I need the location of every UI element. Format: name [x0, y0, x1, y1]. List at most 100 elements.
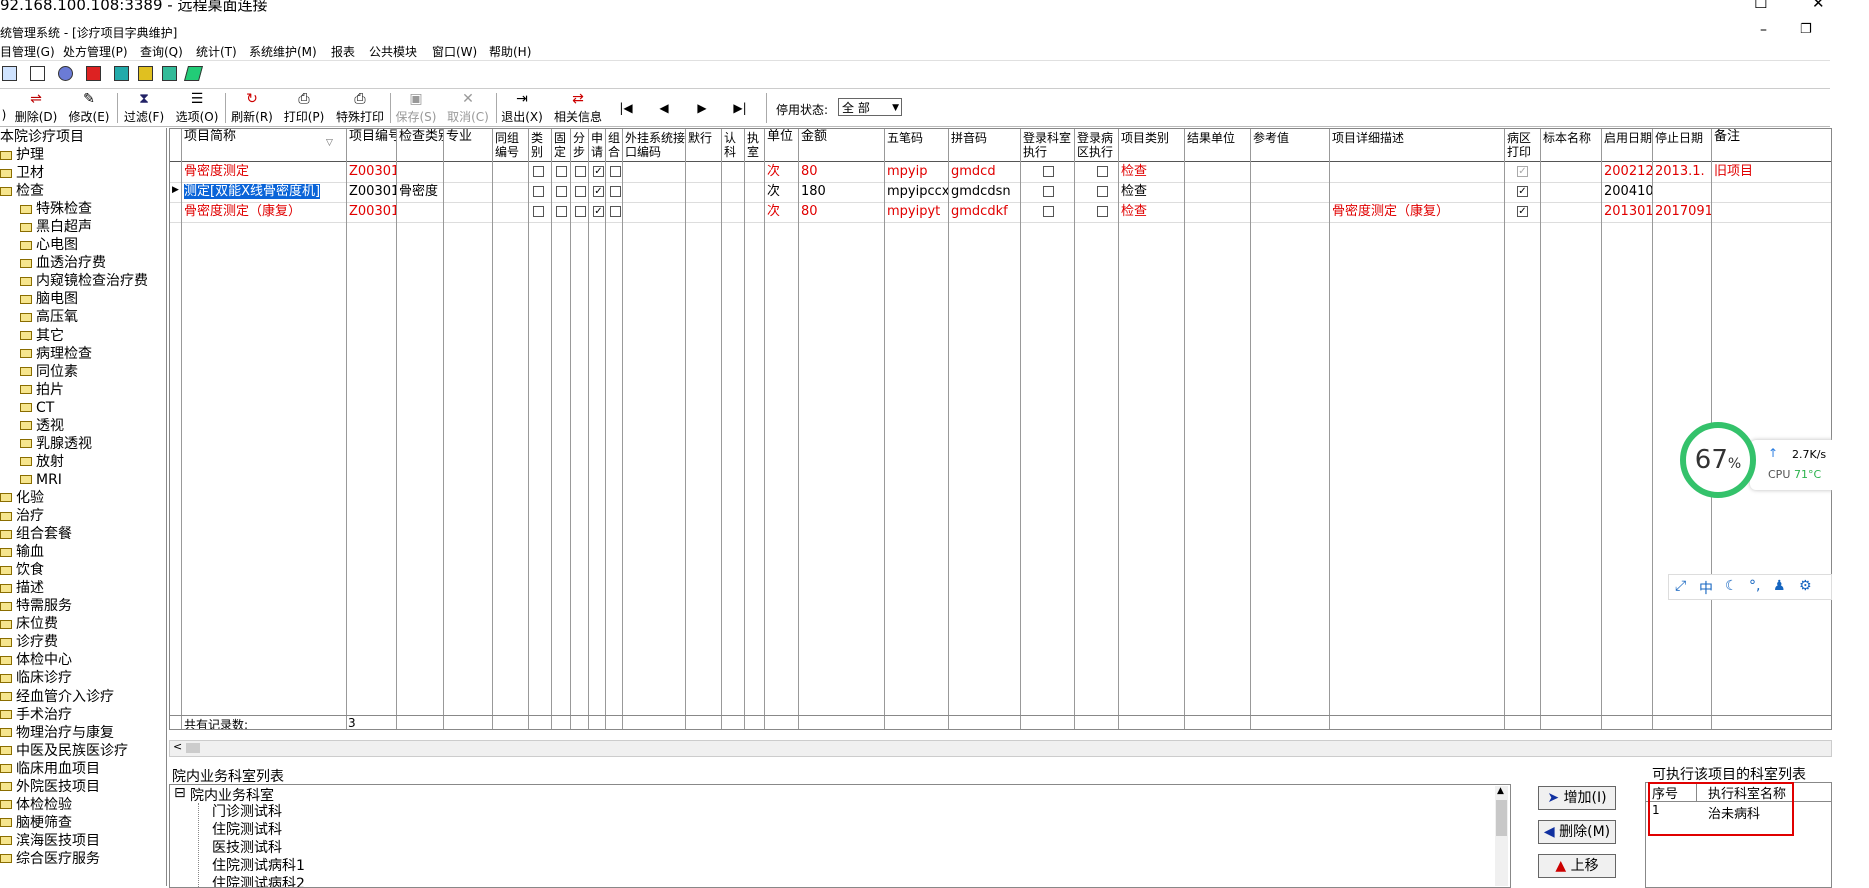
column-header[interactable]: 同组编号: [493, 129, 529, 161]
ime-mode-icon[interactable]: ⤢: [1675, 578, 1686, 594]
refresh-button[interactable]: ↻ 刷新(R): [230, 90, 274, 126]
tree-item[interactable]: 组合套餐: [0, 525, 72, 543]
add-dept-button[interactable]: ➤ 增加(I): [1538, 786, 1616, 810]
scroll-thumb[interactable]: [1496, 800, 1507, 836]
checkbox[interactable]: [1043, 166, 1054, 177]
punctuation-icon[interactable]: °,: [1749, 578, 1760, 594]
exit-button[interactable]: ⇥ 退出(X): [500, 90, 544, 126]
cell-start[interactable]: 2004102: [1602, 182, 1653, 202]
sort-icon[interactable]: ▽: [326, 138, 333, 148]
checkbox[interactable]: [1097, 166, 1108, 177]
tree-item[interactable]: 临床诊疗: [0, 669, 72, 687]
folder-icon[interactable]: [138, 66, 153, 81]
column-header[interactable]: 默行: [686, 129, 722, 161]
tree-item[interactable]: 特需服务: [0, 597, 72, 615]
dept-item[interactable]: 门诊测试科: [212, 801, 282, 821]
cell-wubi[interactable]: mpyip: [885, 162, 949, 182]
tree-item[interactable]: 检查: [0, 182, 44, 200]
special-print-button[interactable]: ⎙ 特殊打印: [334, 90, 386, 126]
tree-item[interactable]: MRI: [20, 471, 62, 489]
restore-button[interactable]: ❐: [1800, 22, 1812, 37]
next-record-button[interactable]: ▶: [692, 90, 712, 126]
cell-detail[interactable]: [1330, 182, 1505, 202]
edit-button[interactable]: ✎ 修改(E): [66, 90, 112, 126]
column-header[interactable]: 分步: [571, 129, 589, 161]
column-header[interactable]: 固定: [552, 129, 571, 161]
dept-item[interactable]: 医技测试科: [212, 837, 282, 857]
column-header[interactable]: 项目编号: [347, 129, 397, 161]
tree-item[interactable]: 床位费: [0, 615, 58, 633]
cell-start[interactable]: 2013011: [1602, 202, 1653, 222]
checkbox[interactable]: [556, 206, 567, 217]
first-record-button[interactable]: |◀: [616, 90, 636, 126]
cell-detail[interactable]: [1330, 162, 1505, 182]
tree-item[interactable]: 脑梗筛查: [0, 814, 72, 832]
cell-item_type[interactable]: 检查: [1119, 162, 1185, 182]
sheet-icon[interactable]: [162, 66, 177, 81]
tree-item[interactable]: 输血: [0, 543, 44, 561]
cpu-gauge[interactable]: 67%: [1680, 422, 1756, 498]
tree-item[interactable]: 同位素: [20, 363, 78, 381]
tree-item[interactable]: 内窥镜检查治疗费: [20, 272, 148, 290]
tree-item[interactable]: 高压氧: [20, 308, 78, 326]
column-header[interactable]: 登录病区执行: [1075, 129, 1119, 161]
tree-item[interactable]: 描述: [0, 579, 44, 597]
menu-item-window[interactable]: 窗口(W): [432, 43, 477, 60]
cell-note[interactable]: [1712, 202, 1831, 222]
checkbox[interactable]: [556, 186, 567, 197]
tree-item[interactable]: 其它: [20, 327, 64, 345]
cell-pinyin[interactable]: gmdcd: [949, 162, 1021, 182]
prev-record-button[interactable]: ◀: [654, 90, 674, 126]
cell-exam_type[interactable]: [397, 162, 444, 182]
column-header[interactable]: 外挂系统接口编码: [623, 129, 686, 161]
column-header[interactable]: 项目类别: [1119, 129, 1185, 161]
tree-item[interactable]: 经血管介入诊疗: [0, 688, 114, 706]
column-header[interactable]: 结果单位: [1185, 129, 1251, 161]
column-header[interactable]: 类别: [529, 129, 552, 161]
column-header[interactable]: 专业: [444, 129, 493, 161]
tree-item[interactable]: 滨海医技项目: [0, 832, 100, 850]
checkbox[interactable]: [575, 166, 586, 177]
cell-start[interactable]: 2002121: [1602, 162, 1653, 182]
ward-print-checkbox[interactable]: ✓: [1517, 166, 1528, 177]
tree-item[interactable]: 血透治疗费: [20, 254, 106, 272]
checkbox[interactable]: [533, 186, 544, 197]
tree-item[interactable]: CT: [20, 399, 54, 417]
tree-item[interactable]: 心电图: [20, 236, 78, 254]
cell-pinyin[interactable]: gmdcdkf: [949, 202, 1021, 222]
tree-item[interactable]: 外院医技项目: [0, 778, 100, 796]
tree-item[interactable]: 体检检验: [0, 796, 72, 814]
scroll-up-icon[interactable]: ▲: [1497, 786, 1504, 796]
gear-icon[interactable]: ⚙: [1799, 578, 1812, 594]
tree-item[interactable]: 饮食: [0, 561, 44, 579]
column-header[interactable]: 拼音码: [949, 129, 1021, 161]
table-row[interactable]: 骨密度测定（康复）Z003013次80mpyipytgmdcdkf检查骨密度测定…: [170, 202, 1831, 223]
tree-item[interactable]: 乳腺透视: [20, 435, 92, 453]
column-header[interactable]: 停止日期: [1653, 129, 1712, 161]
options-button[interactable]: ☰ 选项(O): [174, 90, 220, 126]
globe-icon[interactable]: [58, 66, 73, 81]
dept-item[interactable]: 住院测试病科1: [212, 855, 305, 875]
cell-stop[interactable]: 2013.1.: [1653, 162, 1712, 182]
tree-item[interactable]: 临床用血项目: [0, 760, 100, 778]
column-header[interactable]: 五笔码: [885, 129, 949, 161]
print-button[interactable]: ⎙ 打印(P): [282, 90, 326, 126]
checkbox[interactable]: [610, 206, 621, 217]
cell-exam_type[interactable]: 骨密度: [397, 182, 444, 202]
column-header[interactable]: 检查类别: [397, 129, 444, 161]
filter-button[interactable]: ⧗ 过滤(F): [122, 90, 166, 126]
column-header[interactable]: 病区打印: [1505, 129, 1541, 161]
tree-item[interactable]: 透视: [20, 417, 64, 435]
cell-code[interactable]: Z00301(: [347, 162, 397, 182]
menu-item-report[interactable]: 报表: [331, 43, 355, 60]
tree-item[interactable]: 黑白超声: [20, 218, 92, 236]
checkbox[interactable]: ✓: [593, 206, 604, 217]
menu-item-system[interactable]: 系统维护(M): [249, 43, 317, 60]
add-button[interactable]: ): [0, 90, 8, 126]
calendar-icon[interactable]: [2, 66, 17, 81]
scroll-left-icon[interactable]: <: [173, 740, 182, 753]
tree-item[interactable]: 拍片: [20, 381, 64, 399]
checkbox[interactable]: [610, 186, 621, 197]
checkbox[interactable]: [556, 166, 567, 177]
checkbox[interactable]: [533, 206, 544, 217]
